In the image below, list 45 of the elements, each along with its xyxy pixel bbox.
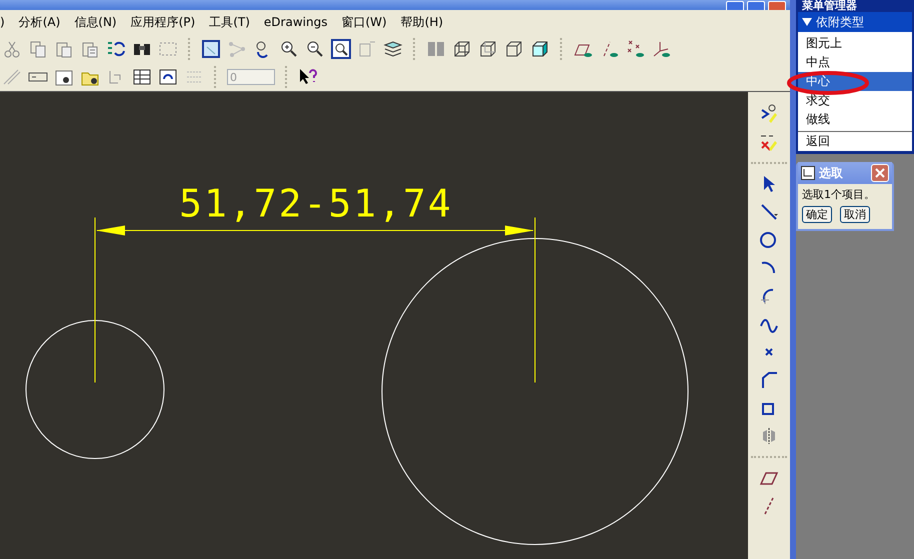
- menu-item[interactable]: 图元上: [798, 34, 912, 53]
- dimension-text: 51,72-51,74: [179, 182, 453, 226]
- menu-item[interactable]: 中点: [798, 53, 912, 72]
- wireframe-cube-icon[interactable]: [452, 38, 472, 58]
- copy-icon[interactable]: [28, 38, 48, 58]
- help-pointer-icon[interactable]: [298, 67, 318, 87]
- back-item[interactable]: 返回: [798, 131, 912, 151]
- no-hidden-cube-icon[interactable]: [504, 38, 524, 58]
- ok-button[interactable]: 确定: [802, 206, 832, 223]
- close-icon: [875, 168, 885, 178]
- repaint-icon[interactable]: [201, 38, 221, 58]
- maximize-button[interactable]: [747, 1, 765, 10]
- update-table-icon[interactable]: [158, 67, 178, 87]
- menu-item[interactable]: ): [0, 15, 5, 29]
- menu-item[interactable]: 信息(N): [74, 14, 117, 30]
- zoom-out-icon[interactable]: [305, 38, 325, 58]
- zoom-fit-icon[interactable]: [331, 38, 351, 58]
- table-icon[interactable]: [132, 67, 152, 87]
- menu-item[interactable]: 窗口(W): [341, 14, 387, 30]
- layers-icon[interactable]: [383, 38, 403, 58]
- triangle-icon: [802, 18, 812, 26]
- dialog-title: 选取: [819, 164, 844, 182]
- chamfer-tool-icon[interactable]: [759, 370, 779, 390]
- point-display-icon[interactable]: [625, 38, 645, 58]
- close-button[interactable]: [871, 164, 889, 182]
- menu-item[interactable]: 求交: [798, 91, 912, 110]
- circle-tool-icon[interactable]: [759, 230, 779, 250]
- close-button[interactable]: [768, 1, 786, 10]
- menu-item[interactable]: 帮助(H): [400, 14, 444, 30]
- menu-item[interactable]: 做线: [798, 110, 912, 129]
- menu-item[interactable]: 工具(T): [209, 14, 250, 30]
- shaded-cube-icon[interactable]: [530, 38, 550, 58]
- hidden-line-cube-icon[interactable]: [478, 38, 498, 58]
- menu-item[interactable]: eDrawings: [264, 15, 328, 29]
- dialog-message: 选取1个项目。: [801, 187, 876, 202]
- panel-title: 菜单管理器: [801, 0, 858, 12]
- dimension-icon[interactable]: [759, 104, 779, 124]
- section-header[interactable]: 依附类型: [798, 12, 912, 32]
- zoom-in-icon[interactable]: [279, 38, 299, 58]
- menu-item[interactable]: 应用程序(P): [130, 14, 196, 30]
- minimize-button[interactable]: [726, 1, 744, 10]
- menu-item[interactable]: 分析(A): [18, 14, 60, 30]
- cancel-button[interactable]: 取消: [840, 206, 870, 223]
- window-icon: [801, 166, 815, 180]
- line-tool-icon[interactable]: [759, 202, 779, 222]
